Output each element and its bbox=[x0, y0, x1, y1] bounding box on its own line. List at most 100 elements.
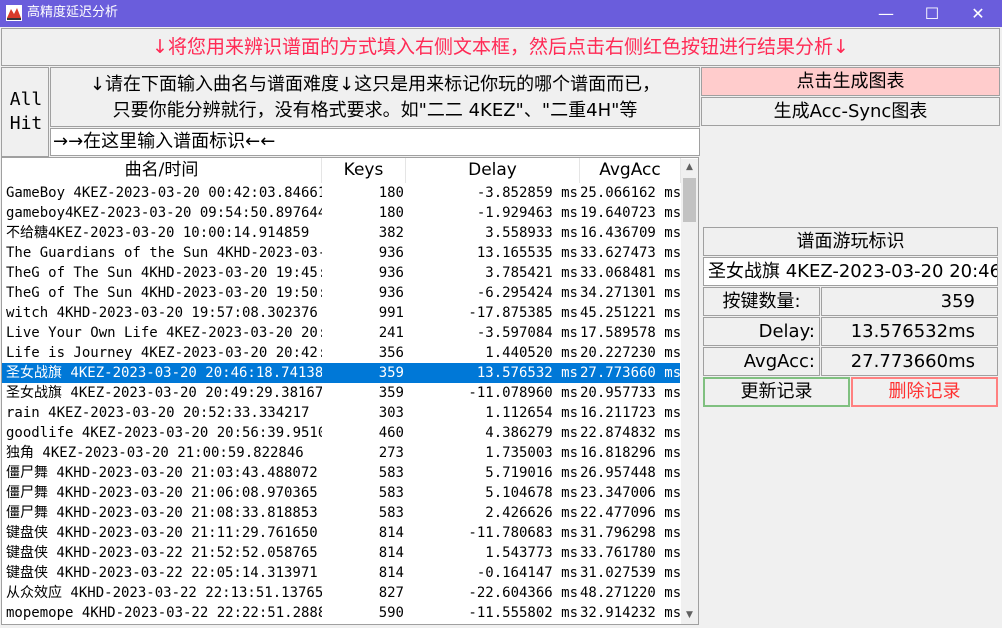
all-hit-label: All Hit bbox=[1, 67, 49, 157]
column-header-name[interactable]: 曲名/时间 bbox=[2, 158, 322, 183]
row-avgacc: 20.957733 ms bbox=[580, 385, 680, 401]
row-delay: -22.604366 ms bbox=[468, 585, 578, 601]
table-row[interactable]: TheG of The Sun 4KHD-2023-03-20 19:45:57… bbox=[2, 263, 680, 283]
row-keys: 359 bbox=[378, 385, 404, 401]
delay-label: Delay: bbox=[703, 317, 820, 346]
table-row[interactable]: 不给糖4KEZ-2023-03-20 10:00:14.914859 382 3.5… bbox=[2, 223, 680, 243]
row-avgacc: 25.066162 ms bbox=[580, 185, 680, 201]
table-row[interactable]: 僵尸舞 4KHD-2023-03-20 21:08:33.818853 583 2.… bbox=[2, 503, 680, 523]
table-row[interactable]: witch 4KHD-2023-03-20 19:57:08.302376 991… bbox=[2, 303, 680, 323]
table-row[interactable]: The Guardians of the Sun 4KHD-2023-03-20… bbox=[2, 243, 680, 263]
row-name: 僵尸舞 4KHD-2023-03-20 21:03:43.488072 bbox=[6, 465, 318, 481]
table-row[interactable]: Life is Journey 4KEZ-2023-03-20 20:42:08… bbox=[2, 343, 680, 363]
close-icon[interactable]: ✕ bbox=[955, 0, 1001, 27]
row-avgacc: 16.818296 ms bbox=[580, 445, 680, 461]
row-keys: 460 bbox=[378, 425, 404, 441]
row-avgacc: 22.477096 ms bbox=[580, 505, 680, 521]
row-keys: 991 bbox=[378, 305, 404, 321]
table-row[interactable]: 键盘侠 4KHD-2023-03-22 21:52:52.058765 814 1.… bbox=[2, 543, 680, 563]
row-keys: 583 bbox=[378, 485, 404, 501]
delete-record-button[interactable]: 删除记录 bbox=[851, 377, 998, 407]
row-name: 圣女战旗 4KEZ-2023-03-20 20:49:29.381673 bbox=[6, 385, 322, 401]
table-row[interactable]: 僵尸舞 4KHD-2023-03-20 21:03:43.488072 583 5.… bbox=[2, 463, 680, 483]
table-row[interactable]: 圣女战旗 4KEZ-2023-03-20 20:46:18.741380 359 1… bbox=[2, 363, 680, 383]
row-name: 僵尸舞 4KHD-2023-03-20 21:06:08.970365 bbox=[6, 485, 318, 501]
table-row[interactable]: 独角 4KEZ-2023-03-20 21:00:59.822846 273 1.7… bbox=[2, 443, 680, 463]
row-keys: 180 bbox=[378, 185, 404, 201]
row-avgacc: 33.761780 ms bbox=[580, 545, 680, 561]
row-name: rain 4KEZ-2023-03-20 20:52:33.334217 bbox=[6, 405, 310, 421]
row-keys: 936 bbox=[378, 285, 404, 301]
chart-id-input[interactable]: →→在这里输入谱面标识←← bbox=[50, 128, 700, 156]
row-keys: 936 bbox=[378, 245, 404, 261]
scroll-thumb[interactable] bbox=[683, 178, 696, 222]
table-row[interactable]: rain 4KEZ-2023-03-20 20:52:33.334217 303 1… bbox=[2, 403, 680, 423]
minimize-icon[interactable]: — bbox=[863, 0, 909, 27]
row-name: 独角 4KEZ-2023-03-20 21:00:59.822846 bbox=[6, 445, 304, 461]
table-row[interactable]: 圣女战旗 4KEZ-2023-03-20 20:49:29.381673 359 -… bbox=[2, 383, 680, 403]
table-row[interactable]: gameboy4KEZ-2023-03-20 09:54:50.897644 18… bbox=[2, 203, 680, 223]
scroll-down-icon[interactable]: ▼ bbox=[681, 607, 698, 624]
row-avgacc: 20.227230 ms bbox=[580, 345, 680, 361]
row-keys: 590 bbox=[378, 605, 404, 621]
column-header-avgacc[interactable]: AvgAcc bbox=[580, 158, 681, 183]
row-keys: 583 bbox=[378, 505, 404, 521]
input-instructions: ↓请在下面输入曲名与谱面难度↓这只是用来标记你玩的哪个谱面而已， 只要你能分辨就… bbox=[50, 67, 700, 127]
column-header-delay[interactable]: Delay bbox=[406, 158, 580, 183]
row-keys: 814 bbox=[378, 565, 404, 581]
row-delay: -3.852859 ms bbox=[476, 185, 578, 201]
acc-sync-chart-button[interactable]: 生成Acc-Sync图表 bbox=[701, 97, 1000, 126]
table-row[interactable]: 从众效应 4KHD-2023-03-22 22:13:51.137650 827 -… bbox=[2, 583, 680, 603]
row-delay: -1.929463 ms bbox=[476, 205, 578, 221]
delay-value: 13.576532ms bbox=[821, 317, 998, 346]
row-delay: -11.078960 ms bbox=[468, 385, 578, 401]
keys-count-value: 359 bbox=[821, 287, 998, 316]
row-avgacc: 22.874832 ms bbox=[580, 425, 680, 441]
row-delay: -11.780683 ms bbox=[468, 525, 578, 541]
row-delay: 13.576532 ms bbox=[476, 365, 578, 381]
row-name: 不给糖4KEZ-2023-03-20 10:00:14.914859 bbox=[6, 225, 310, 241]
table-row[interactable]: goodlife 4KEZ-2023-03-20 20:56:39.951074… bbox=[2, 423, 680, 443]
row-delay: -3.597084 ms bbox=[476, 325, 578, 341]
table-row[interactable]: TheG of The Sun 4KHD-2023-03-20 19:50:26… bbox=[2, 283, 680, 303]
generate-chart-button[interactable]: 点击生成图表 bbox=[701, 67, 1000, 96]
row-delay: 1.543773 ms bbox=[485, 545, 578, 561]
row-name: 僵尸舞 4KHD-2023-03-20 21:08:33.818853 bbox=[6, 505, 318, 521]
table-row[interactable]: Live Your Own Life 4KEZ-2023-03-20 20:34… bbox=[2, 323, 680, 343]
scroll-up-icon[interactable]: ▲ bbox=[681, 159, 698, 176]
update-record-button[interactable]: 更新记录 bbox=[703, 377, 850, 407]
maximize-icon[interactable]: ☐ bbox=[909, 0, 955, 27]
play-id-value: 圣女战旗 4KEZ-2023-03-20 20:46:18.741380 bbox=[703, 257, 998, 286]
row-name: 圣女战旗 4KEZ-2023-03-20 20:46:18.741380 bbox=[6, 365, 322, 381]
row-avgacc: 16.436709 ms bbox=[580, 225, 680, 241]
records-rows: GameBoy 4KEZ-2023-03-20 00:42:03.846619 1… bbox=[2, 183, 680, 624]
row-keys: 827 bbox=[378, 585, 404, 601]
row-keys: 180 bbox=[378, 205, 404, 221]
row-name: 从众效应 4KHD-2023-03-22 22:13:51.137650 bbox=[6, 585, 322, 601]
row-avgacc: 31.027539 ms bbox=[580, 565, 680, 581]
table-row[interactable]: 键盘侠 4KHD-2023-03-22 22:05:14.313971 814 -0… bbox=[2, 563, 680, 583]
row-delay: 1.735003 ms bbox=[485, 445, 578, 461]
row-name: TheG of The Sun 4KHD-2023-03-20 19:45:57 bbox=[6, 265, 322, 281]
play-id-header: 谱面游玩标识 bbox=[703, 227, 998, 256]
all-hit-line2: Hit bbox=[9, 113, 43, 134]
records-list[interactable]: 曲名/时间 Keys Delay AvgAcc GameBoy 4KEZ-202… bbox=[1, 157, 699, 625]
table-row[interactable]: 僵尸舞 4KHD-2023-03-20 21:06:08.970365 583 5.… bbox=[2, 483, 680, 503]
row-keys: 303 bbox=[378, 405, 404, 421]
row-avgacc: 31.796298 ms bbox=[580, 525, 680, 541]
column-header-keys[interactable]: Keys bbox=[322, 158, 406, 183]
row-keys: 814 bbox=[378, 525, 404, 541]
row-name: gameboy4KEZ-2023-03-20 09:54:50.897644 bbox=[6, 205, 322, 221]
row-delay: 2.426626 ms bbox=[485, 505, 578, 521]
table-row[interactable]: mopemope 4KHD-2023-03-22 22:22:51.288878… bbox=[2, 603, 680, 623]
row-keys: 273 bbox=[378, 445, 404, 461]
row-delay: 13.165535 ms bbox=[476, 245, 578, 261]
instructions-line1: ↓请在下面输入曲名与谱面难度↓这只是用来标记你玩的哪个谱面而已， bbox=[89, 74, 661, 95]
row-avgacc: 32.914232 ms bbox=[580, 605, 680, 621]
table-row[interactable]: 键盘侠 4KHD-2023-03-20 21:11:29.761650 814 -1… bbox=[2, 523, 680, 543]
row-avgacc: 19.640723 ms bbox=[580, 205, 680, 221]
table-row[interactable]: GameBoy 4KEZ-2023-03-20 00:42:03.846619 1… bbox=[2, 183, 680, 203]
list-scrollbar[interactable]: ▲ ▼ bbox=[681, 159, 698, 624]
title-bar[interactable]: 高精度延迟分析 — ☐ ✕ bbox=[0, 0, 1002, 27]
row-name: TheG of The Sun 4KHD-2023-03-20 19:50:26 bbox=[6, 285, 322, 301]
